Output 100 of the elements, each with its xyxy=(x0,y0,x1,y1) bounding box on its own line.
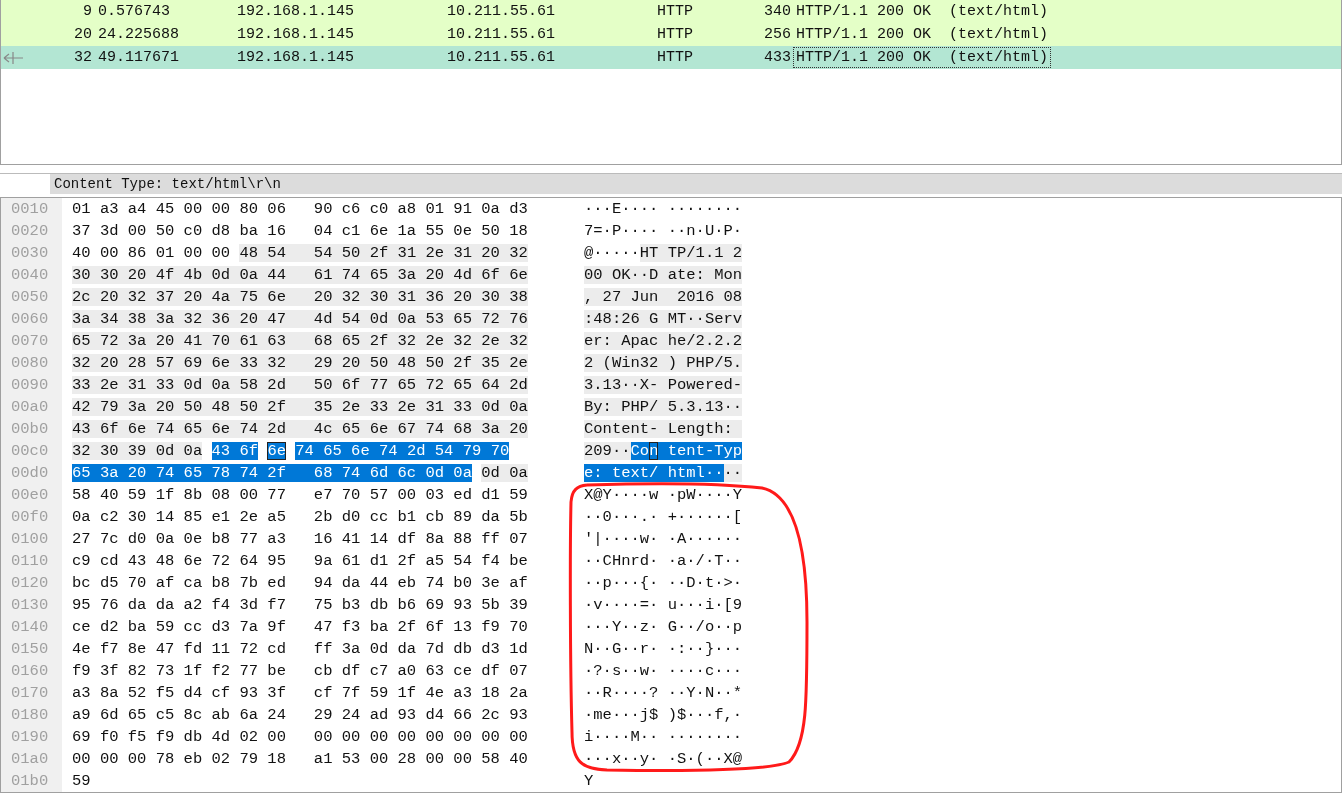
hex-bytes[interactable]: 3a 34 38 3a 32 36 20 47 4d 54 0d 0a 53 65 72 76 xyxy=(72,310,528,328)
packet-time: 24.225688 xyxy=(97,26,180,43)
hex-bytes[interactable]: 65 72 3a 20 41 70 61 63 68 65 2f 32 2e 32 2e 32 xyxy=(72,332,528,350)
hex-bytes[interactable]: 0d 0a xyxy=(481,464,528,482)
packet-length: 433 xyxy=(763,49,791,66)
ascii-text[interactable]: ·?·s··w· ····c··· xyxy=(584,662,743,680)
hex-offset: 0190 xyxy=(10,728,50,746)
ascii-text[interactable]: ···E···· ········ xyxy=(584,200,743,218)
hex-bytes[interactable]: 33 2e 31 33 0d 0a 58 2d 50 6f 77 65 72 65 64 2d xyxy=(72,376,528,394)
hex-bytes[interactable]: 0a c2 30 14 85 e1 2e a5 2b d0 cc b1 cb 89 da 5b xyxy=(72,508,528,526)
hex-bytes[interactable]: 6e xyxy=(267,442,286,460)
hex-bytes[interactable]: 01 a3 a4 45 00 00 80 06 90 c6 c0 a8 01 91 0a d3 xyxy=(72,200,528,218)
packet-length: 340 xyxy=(763,3,791,20)
ascii-text[interactable]: ·me···j$ )$···f,· xyxy=(584,706,743,724)
ascii-text[interactable]: HT TP/1.1 2 xyxy=(639,244,743,262)
hex-bytes[interactable]: 58 40 59 1f 8b 08 00 77 e7 70 57 00 03 ed d1 59 xyxy=(72,486,528,504)
packet-protocol: HTTP xyxy=(657,49,694,66)
ascii-text[interactable]: tent-Typ xyxy=(658,442,743,460)
packet-info: HTTP/1.1 200 OK (text/html) xyxy=(795,25,1050,45)
ascii-text[interactable]: @····· xyxy=(584,244,640,262)
ascii-text[interactable]: Content- Length: xyxy=(584,420,743,438)
hex-bytes[interactable]: 32 20 28 57 69 6e 33 32 29 20 50 48 50 2f 35 2e xyxy=(72,354,528,372)
hex-offset: 00b0 xyxy=(10,420,50,438)
packet-source: 192.168.1.145 xyxy=(237,3,356,20)
packet-source: 192.168.1.145 xyxy=(237,26,356,43)
hex-bytes[interactable]: 42 79 3a 20 50 48 50 2f 35 2e 33 2e 31 33 0d 0a xyxy=(72,398,528,416)
arrow-icon xyxy=(2,50,24,65)
ascii-text[interactable]: n xyxy=(649,442,659,460)
packet-destination: 10.211.55.61 xyxy=(447,49,557,66)
packet-info: HTTP/1.1 200 OK (text/html) xyxy=(793,47,1052,68)
tree-gutter xyxy=(0,174,50,194)
ascii-text[interactable]: '|····w· ·A······ xyxy=(584,530,743,548)
ascii-text[interactable]: ···x··y· ·S·(··X@ xyxy=(584,750,743,768)
ascii-text[interactable]: ·v····=· u···i·[9 xyxy=(584,596,743,614)
hex-bytes[interactable]: 32 30 39 0d 0a xyxy=(72,442,203,460)
hex-bytes[interactable]: 2c 20 32 37 20 4a 75 6e 20 32 30 31 36 20 30 38 xyxy=(72,288,528,306)
ascii-text[interactable]: 3.13··X- Powered- xyxy=(584,376,743,394)
hex-bytes[interactable]: 59 xyxy=(72,772,91,790)
ascii-text[interactable]: By: PHP/ 5.3.13·· xyxy=(584,398,743,416)
packet-row[interactable]: 9 0.576743 192.168.1.145 10.211.55.61 HTTP 340 HTTP/1.1 200 OK (text/html) xyxy=(1,0,1341,23)
ascii-text[interactable]: ··p···{· ··D·t·>· xyxy=(584,574,743,592)
ascii-text[interactable]: X@Y····w ·pW····Y xyxy=(584,486,743,504)
hex-offset: 0180 xyxy=(10,706,50,724)
hex-bytes[interactable]: 27 7c d0 0a 0e b8 77 a3 16 41 14 df 8a 88 ff 07 xyxy=(72,530,528,548)
hex-bytes[interactable]: bc d5 70 af ca b8 7b ed 94 da 44 eb 74 b0 3e af xyxy=(72,574,528,592)
hex-bytes[interactable]: 69 f0 f5 f9 db 4d 02 00 00 00 00 00 00 00 00 00 xyxy=(72,728,528,746)
packet-info: HTTP/1.1 200 OK (text/html) xyxy=(795,2,1050,22)
ascii-text[interactable]: er: Apac he/2.2.2 xyxy=(584,332,743,350)
ascii-text[interactable]: e: text/ html·· xyxy=(584,464,724,482)
hex-bytes[interactable]: 74 65 6e 74 2d 54 79 70 xyxy=(295,442,510,460)
hex-bytes[interactable]: ce d2 ba 59 cc d3 7a 9f 47 f3 ba 2f 6f 13 f9 70 xyxy=(72,618,528,636)
ascii-text[interactable]: 00 OK··D ate: Mon xyxy=(584,266,743,284)
packet-number: 32 xyxy=(74,49,92,66)
hex-bytes[interactable]: 40 00 86 01 00 00 xyxy=(72,244,231,262)
hex-bytes[interactable]: c9 cd 43 48 6e 72 64 95 9a 61 d1 2f a5 54 f4 be xyxy=(72,552,528,570)
hex-bytes[interactable]: 37 3d 00 50 c0 d8 ba 16 04 c1 6e 1a 55 0e 50 18 xyxy=(72,222,528,240)
packet-length: 256 xyxy=(763,26,791,43)
ascii-text[interactable]: :48:26 G MT··Serv xyxy=(584,310,743,328)
hex-bytes[interactable]: f9 3f 82 73 1f f2 77 be cb df c7 a0 63 ce df 07 xyxy=(72,662,528,680)
packet-source: 192.168.1.145 xyxy=(237,49,356,66)
hex-bytes[interactable]: 00 00 00 78 eb 02 79 18 a1 53 00 28 00 00 58 40 xyxy=(72,750,528,768)
ascii-text[interactable]: ··0···.· +······[ xyxy=(584,508,743,526)
hex-offset: 0020 xyxy=(10,222,50,240)
packet-destination: 10.211.55.61 xyxy=(447,26,557,43)
packet-protocol: HTTP xyxy=(657,26,694,43)
hex-offset: 0140 xyxy=(10,618,50,636)
hex-bytes[interactable]: 65 3a 20 74 65 78 74 2f 68 74 6d 6c 0d 0a xyxy=(72,464,472,482)
hex-offset: 0090 xyxy=(10,376,50,394)
packet-destination: 10.211.55.61 xyxy=(447,3,557,20)
ascii-text[interactable]: ··CHnrd· ·a·/·T·· xyxy=(584,552,743,570)
ascii-text[interactable]: 2 (Win32 ) PHP/5. xyxy=(584,354,743,372)
hex-offset: 0050 xyxy=(10,288,50,306)
ascii-text[interactable]: ···Y··z· G··/o··p xyxy=(584,618,743,636)
hex-bytes[interactable]: 95 76 da da a2 f4 3d f7 75 b3 db b6 69 93 5b 39 xyxy=(72,596,528,614)
ascii-text[interactable]: i····M·· ········ xyxy=(584,728,743,746)
ascii-text[interactable]: , 27 Jun 2016 08 xyxy=(584,288,743,306)
hex-bytes[interactable]: 4e f7 8e 47 fd 11 72 cd ff 3a 0d da 7d db d3 1d xyxy=(72,640,528,658)
hex-offset: 0170 xyxy=(10,684,50,702)
ascii-text[interactable]: ··R····? ··Y·N··* xyxy=(584,684,743,702)
hex-offset: 0080 xyxy=(10,354,50,372)
packet-row[interactable]: 20 24.225688 192.168.1.145 10.211.55.61 HTTP 256 HTTP/1.1 200 OK (text/html) xyxy=(1,23,1341,46)
hex-offset: 0010 xyxy=(10,200,50,218)
packet-number: 20 xyxy=(74,26,92,43)
ascii-text[interactable]: 7=·P···· ··n·U·P· xyxy=(584,222,743,240)
packet-row[interactable]: 32 49.117671 192.168.1.145 10.211.55.61 HTTP 433 HTTP/1.1 200 OK (text/html) xyxy=(1,46,1341,69)
hex-bytes[interactable]: 48 54 54 50 2f 31 2e 31 20 32 xyxy=(239,244,528,262)
hex-offset: 0120 xyxy=(10,574,50,592)
hex-offset: 0130 xyxy=(10,596,50,614)
hex-bytes[interactable]: a3 8a 52 f5 d4 cf 93 3f cf 7f 59 1f 4e a3 18 2a xyxy=(72,684,528,702)
hex-bytes[interactable]: a9 6d 65 c5 8c ab 6a 24 29 24 ad 93 d4 66 2c 93 xyxy=(72,706,528,724)
hex-bytes[interactable]: 43 6f 6e 74 65 6e 74 2d 4c 65 6e 67 74 68 3a 20 xyxy=(72,420,528,438)
ascii-text[interactable]: N··G··r· ·:··}··· xyxy=(584,640,743,658)
hex-bytes[interactable]: 43 6f xyxy=(211,442,259,460)
ascii-text[interactable]: 209·· xyxy=(584,442,631,460)
hex-offset: 01b0 xyxy=(10,772,50,790)
hex-bytes[interactable]: 30 30 20 4f 4b 0d 0a 44 61 74 65 3a 20 4d 6f 6e xyxy=(72,266,528,284)
hex-offset: 0100 xyxy=(10,530,50,548)
ascii-text[interactable]: Y xyxy=(584,772,594,790)
hex-offset: 0060 xyxy=(10,310,50,328)
detail-line[interactable]: Content Type: text/html\r\n xyxy=(50,176,281,192)
